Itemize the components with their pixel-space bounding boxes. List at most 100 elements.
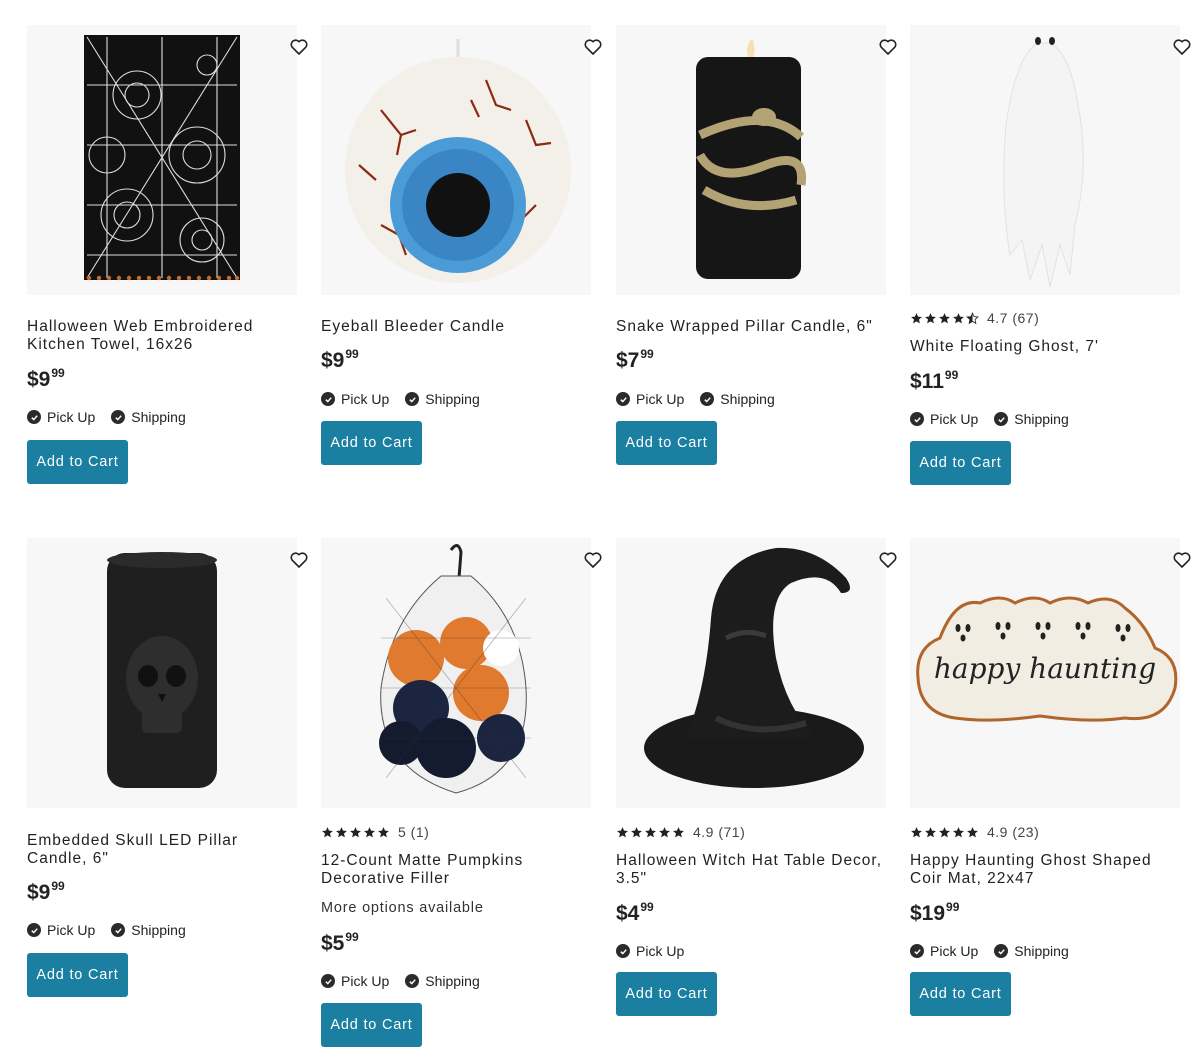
product-title[interactable]: Halloween Witch Hat Table Decor, 3.5"	[616, 852, 886, 888]
check-circle-icon	[994, 412, 1009, 426]
shipping-option: Shipping	[111, 409, 186, 425]
product-title[interactable]: 12-Count Matte Pumpkins Decorative Fille…	[321, 852, 591, 888]
product-image[interactable]	[27, 25, 297, 295]
heart-icon[interactable]	[583, 550, 603, 570]
star-icon	[645, 826, 656, 837]
fulfillment-options: Pick Up Shipping	[910, 943, 1085, 959]
product-image[interactable]	[616, 25, 886, 295]
star-icon	[378, 826, 389, 837]
pickup-option: Pick Up	[616, 943, 684, 959]
check-circle-icon	[616, 392, 630, 406]
star-icon	[673, 826, 684, 837]
fulfillment-options: Pick Up Shipping	[321, 391, 496, 407]
product-rating[interactable]: 5 (1)	[321, 824, 429, 840]
star-rating	[910, 826, 979, 839]
product-grid: Halloween Web Embroidered Kitchen Towel,…	[0, 0, 1200, 1051]
star-icon	[939, 826, 950, 837]
check-circle-icon	[321, 974, 335, 988]
check-circle-icon	[910, 412, 924, 426]
star-rating	[616, 826, 685, 839]
check-circle-icon	[405, 392, 420, 406]
add-to-cart-button[interactable]: Add to Cart	[27, 440, 128, 484]
check-circle-icon	[994, 944, 1009, 958]
pickup-option: Pick Up	[616, 391, 684, 407]
product-title[interactable]: Halloween Web Embroidered Kitchen Towel,…	[27, 318, 297, 354]
product-title[interactable]: Eyeball Bleeder Candle	[321, 318, 591, 336]
product-image[interactable]: happy haunting	[910, 538, 1180, 808]
star-rating	[910, 311, 979, 325]
star-icon	[617, 826, 628, 837]
check-circle-icon	[321, 392, 335, 406]
product-image[interactable]	[321, 25, 591, 295]
star-icon	[925, 312, 936, 323]
pickup-option: Pick Up	[321, 973, 389, 989]
shipping-option: Shipping	[111, 922, 186, 938]
check-circle-icon	[111, 410, 126, 424]
heart-icon[interactable]	[1172, 37, 1192, 57]
product-price: $499	[616, 900, 654, 925]
star-icon	[364, 826, 375, 837]
product-title[interactable]: Snake Wrapped Pillar Candle, 6"	[616, 318, 886, 336]
product-price: $999	[27, 879, 65, 904]
pickup-option: Pick Up	[910, 943, 978, 959]
fulfillment-options: Pick Up Shipping	[321, 973, 496, 989]
star-icon	[925, 826, 936, 837]
product-image[interactable]	[910, 25, 1180, 295]
heart-icon[interactable]	[583, 37, 603, 57]
star-icon	[350, 826, 361, 837]
check-circle-icon	[111, 923, 126, 937]
product-image[interactable]	[27, 538, 297, 808]
fulfillment-options: Pick Up Shipping	[616, 391, 791, 407]
product-rating[interactable]: 4.9 (71)	[616, 824, 745, 840]
product-title[interactable]: White Floating Ghost, 7'	[910, 338, 1180, 356]
star-icon	[659, 826, 670, 837]
star-icon	[336, 826, 347, 837]
add-to-cart-button[interactable]: Add to Cart	[616, 972, 717, 1016]
shipping-option: Shipping	[405, 973, 480, 989]
add-to-cart-button[interactable]: Add to Cart	[321, 1003, 422, 1047]
add-to-cart-button[interactable]: Add to Cart	[910, 972, 1011, 1016]
product-price: $999	[27, 366, 65, 391]
fulfillment-options: Pick Up Shipping	[27, 922, 202, 938]
add-to-cart-button[interactable]: Add to Cart	[27, 953, 128, 997]
product-image[interactable]	[321, 538, 591, 808]
add-to-cart-button[interactable]: Add to Cart	[616, 421, 717, 465]
shipping-option: Shipping	[994, 411, 1069, 427]
product-image[interactable]	[616, 538, 886, 808]
product-price: $999	[321, 347, 359, 372]
heart-icon[interactable]	[289, 37, 309, 57]
shipping-option: Shipping	[994, 943, 1069, 959]
star-half-icon	[966, 311, 979, 324]
fulfillment-options: Pick Up Shipping	[27, 409, 202, 425]
star-icon	[953, 826, 964, 837]
product-title[interactable]: Happy Haunting Ghost Shaped Coir Mat, 22…	[910, 852, 1180, 888]
fulfillment-options: Pick Up Shipping	[910, 411, 1085, 427]
shipping-option: Shipping	[405, 391, 480, 407]
fulfillment-options: Pick Up	[616, 943, 700, 959]
star-icon	[911, 312, 922, 323]
pickup-option: Pick Up	[27, 409, 95, 425]
star-icon	[631, 826, 642, 837]
product-rating[interactable]: 4.9 (23)	[910, 824, 1039, 840]
heart-icon[interactable]	[1172, 550, 1192, 570]
heart-icon[interactable]	[878, 550, 898, 570]
add-to-cart-button[interactable]: Add to Cart	[321, 421, 422, 465]
product-rating[interactable]: 4.7 (67)	[910, 310, 1039, 326]
check-circle-icon	[27, 923, 41, 937]
heart-icon[interactable]	[878, 37, 898, 57]
product-price: $599	[321, 930, 359, 955]
heart-icon[interactable]	[289, 550, 309, 570]
star-icon	[911, 826, 922, 837]
check-circle-icon	[27, 410, 41, 424]
pickup-option: Pick Up	[910, 411, 978, 427]
check-circle-icon	[616, 944, 630, 958]
product-price: $799	[616, 347, 654, 372]
star-icon	[939, 312, 950, 323]
add-to-cart-button[interactable]: Add to Cart	[910, 441, 1011, 485]
star-rating	[321, 826, 390, 839]
check-circle-icon	[910, 944, 924, 958]
star-icon	[322, 826, 333, 837]
product-title[interactable]: Embedded Skull LED Pillar Candle, 6"	[27, 832, 297, 868]
check-circle-icon	[405, 974, 420, 988]
more-options-text: More options available	[321, 900, 484, 916]
